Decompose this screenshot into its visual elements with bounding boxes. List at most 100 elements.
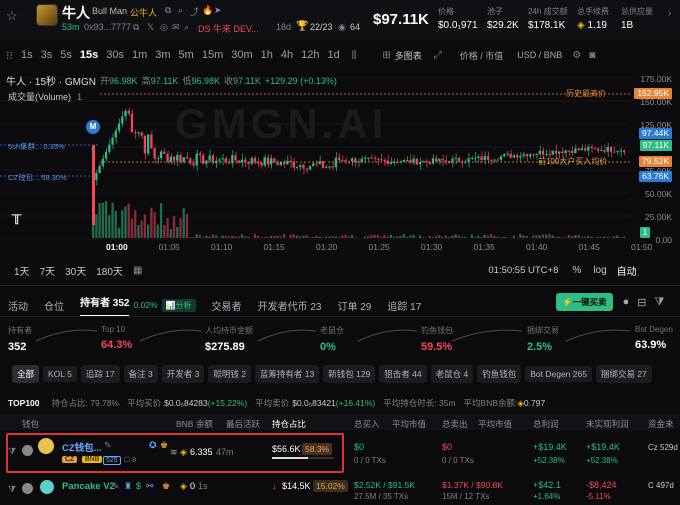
volume-bar bbox=[347, 236, 350, 238]
volume-bar bbox=[577, 234, 580, 238]
tab-dev[interactable]: 开发者代币 23 bbox=[258, 298, 322, 313]
filter-chip[interactable]: 全部 bbox=[12, 365, 40, 383]
edit-icon[interactable]: ✎ bbox=[104, 440, 112, 451]
wallet-name[interactable]: CZ钱包... bbox=[62, 440, 102, 454]
col-hold-pct[interactable]: 持仓占比 bbox=[272, 418, 306, 430]
percent-toggle[interactable]: % bbox=[572, 265, 581, 276]
timeframe-15m[interactable]: 15m bbox=[202, 49, 223, 61]
timeframe-30m[interactable]: 30m bbox=[231, 49, 252, 61]
multi-chart-button[interactable]: 多图表 bbox=[395, 49, 422, 62]
filter-row-icon[interactable]: ⧩ bbox=[8, 484, 16, 495]
filter-chip[interactable]: KOL 5 bbox=[43, 366, 77, 382]
filter-chip[interactable]: 狙击者 44 bbox=[379, 365, 427, 383]
filter-chip[interactable]: 蓝筹持有者 13 bbox=[254, 365, 320, 383]
tab-orders[interactable]: 订单 29 bbox=[337, 298, 371, 313]
wallet-name[interactable]: Pancake V2 bbox=[62, 481, 115, 492]
filter-chip[interactable]: 捆绑交易 27 bbox=[595, 365, 652, 383]
volume-bar bbox=[334, 236, 337, 238]
camera-icon[interactable]: ◙ bbox=[589, 50, 595, 61]
timeframe-1h[interactable]: 1h bbox=[261, 49, 273, 61]
favorite-star-icon[interactable]: ☆ bbox=[6, 8, 18, 24]
filter-chip[interactable]: 聪明钱 2 bbox=[208, 365, 251, 383]
filter-chip[interactable]: 追踪 17 bbox=[80, 365, 120, 383]
multi-chart-icon[interactable]: ⊞ bbox=[382, 50, 390, 61]
timeframe-1m[interactable]: 1m bbox=[132, 49, 147, 61]
volume-bar bbox=[386, 236, 389, 238]
range-0[interactable]: 1天 bbox=[14, 263, 30, 278]
copy-icon[interactable]: ⧉ bbox=[165, 5, 171, 16]
fullscreen-icon[interactable]: ⤢ bbox=[434, 50, 442, 61]
col-avg-mcap-sell[interactable]: 平均市值 bbox=[478, 418, 512, 430]
x-icon[interactable]: 𝕏 bbox=[147, 22, 154, 33]
candle-body bbox=[460, 161, 464, 163]
telegram-icon[interactable]: ➤ bbox=[214, 5, 222, 16]
table-row[interactable]: ⧩ CZ钱包... ✎ CZ BNB 525 ☐ 8 ✪ ♚ ≋ ◈ 6.335… bbox=[0, 432, 680, 473]
table-row[interactable]: ⧩ Pancake V2 ✎ ♜ $ ⚯ ♚ ◈ 0 1s ↓ $14.5K 1… bbox=[0, 476, 680, 505]
website-icon[interactable]: ◎ bbox=[160, 22, 168, 33]
tab-activity[interactable]: 活动 bbox=[8, 298, 28, 313]
range-2[interactable]: 30天 bbox=[65, 263, 86, 278]
timeframe-30s[interactable]: 30s bbox=[106, 49, 124, 61]
timeframe-1d[interactable]: 1d bbox=[328, 49, 340, 61]
col-avg-mcap-buy[interactable]: 平均市值 bbox=[392, 418, 426, 430]
map-icon[interactable]: ⊟ bbox=[637, 296, 646, 309]
col-unrealized[interactable]: 未实现利润 bbox=[586, 418, 629, 430]
filter-chip[interactable]: 老鼠仓 4 bbox=[430, 365, 474, 383]
timeframe-4h[interactable]: 4h bbox=[281, 49, 293, 61]
marker-m-icon[interactable]: M bbox=[86, 120, 100, 134]
search-small-icon[interactable]: ⌕ bbox=[184, 22, 189, 33]
tab-traders[interactable]: 交易者 bbox=[212, 298, 242, 313]
range-1[interactable]: 7天 bbox=[40, 263, 56, 278]
candle-body bbox=[490, 159, 493, 161]
chat-icon[interactable]: ✉ bbox=[172, 22, 180, 33]
auto-toggle[interactable]: 自动 bbox=[617, 263, 637, 278]
share-icon[interactable]: ⤴ bbox=[190, 5, 199, 18]
col-last-active[interactable]: 最后活跃 bbox=[226, 418, 260, 430]
bubble-icon[interactable]: ● bbox=[623, 296, 630, 308]
timeframe-15s[interactable]: 15s bbox=[80, 49, 98, 61]
calendar-icon[interactable]: ▦ bbox=[133, 265, 142, 276]
more-icon[interactable]: › bbox=[668, 8, 671, 19]
col-wallet[interactable]: 钱包 bbox=[22, 418, 39, 430]
currency-toggle[interactable]: USD / BNB bbox=[517, 50, 562, 60]
filter-chip[interactable]: Bot Degen 265 bbox=[525, 366, 592, 382]
tab-tracking[interactable]: 追踪 17 bbox=[387, 298, 421, 313]
dev-info[interactable]: DS 牛来 DEV... bbox=[198, 22, 259, 35]
timeframe-12h[interactable]: 12h bbox=[301, 49, 319, 61]
filter-chip[interactable]: 钓鱼钱包 bbox=[477, 365, 522, 383]
range-3[interactable]: 180天 bbox=[96, 263, 123, 278]
tab-positions[interactable]: 仓位 bbox=[44, 298, 64, 313]
timeframe-3m[interactable]: 3m bbox=[155, 49, 170, 61]
col-profit[interactable]: 总利润 bbox=[533, 418, 559, 430]
search-icon[interactable]: ⌕ bbox=[178, 5, 183, 16]
candle-body bbox=[515, 155, 519, 158]
tab-holders[interactable]: 持有者 352 bbox=[80, 294, 130, 317]
col-total-buy[interactable]: 总买入 bbox=[354, 418, 380, 430]
timeframe-1s[interactable]: 1s bbox=[21, 49, 33, 61]
bnb-balance: 6.335 bbox=[190, 447, 213, 457]
edit-icon[interactable]: ✎ bbox=[112, 481, 120, 492]
log-toggle[interactable]: log bbox=[593, 265, 606, 276]
settings-icon[interactable]: ⚙ bbox=[572, 50, 581, 61]
price-chart[interactable]: 牛人 · 15秒 · GMGN 开 96.98K 高 97.11K 低 96.98K … bbox=[0, 70, 680, 255]
quick-trade-button[interactable]: ⚡一键买卖 bbox=[556, 293, 613, 311]
token-address[interactable]: 0x93...7777 bbox=[84, 22, 131, 32]
filter-icon[interactable]: ⧩ bbox=[654, 296, 664, 309]
timeframe-5m[interactable]: 5m bbox=[179, 49, 194, 61]
crosshair-icon[interactable]: ⁝⁝ bbox=[6, 49, 13, 62]
analysis-button[interactable]: 📊分析 bbox=[161, 298, 196, 312]
copy-address-icon[interactable]: ⧉ bbox=[133, 22, 139, 33]
candle-body bbox=[386, 160, 389, 164]
filter-chip[interactable]: 备注 3 bbox=[123, 365, 158, 383]
price-mcap-toggle[interactable]: 价格 / 市值 bbox=[460, 49, 504, 62]
filter-chip[interactable]: 新钱包 129 bbox=[323, 365, 376, 383]
timeframe-5s[interactable]: 5s bbox=[60, 49, 72, 61]
col-fund-source[interactable]: 资金来 bbox=[648, 418, 674, 430]
col-total-sell[interactable]: 总卖出 bbox=[442, 418, 468, 430]
col-bnb[interactable]: BNB 余额 bbox=[176, 418, 213, 430]
candle-body bbox=[337, 157, 341, 161]
filter-row-icon[interactable]: ⧩ bbox=[8, 446, 16, 457]
timeframe-3s[interactable]: 3s bbox=[41, 49, 53, 61]
filter-chip[interactable]: 开发者 3 bbox=[161, 365, 205, 383]
candle-type-icon[interactable]: ⫼ bbox=[352, 50, 357, 61]
